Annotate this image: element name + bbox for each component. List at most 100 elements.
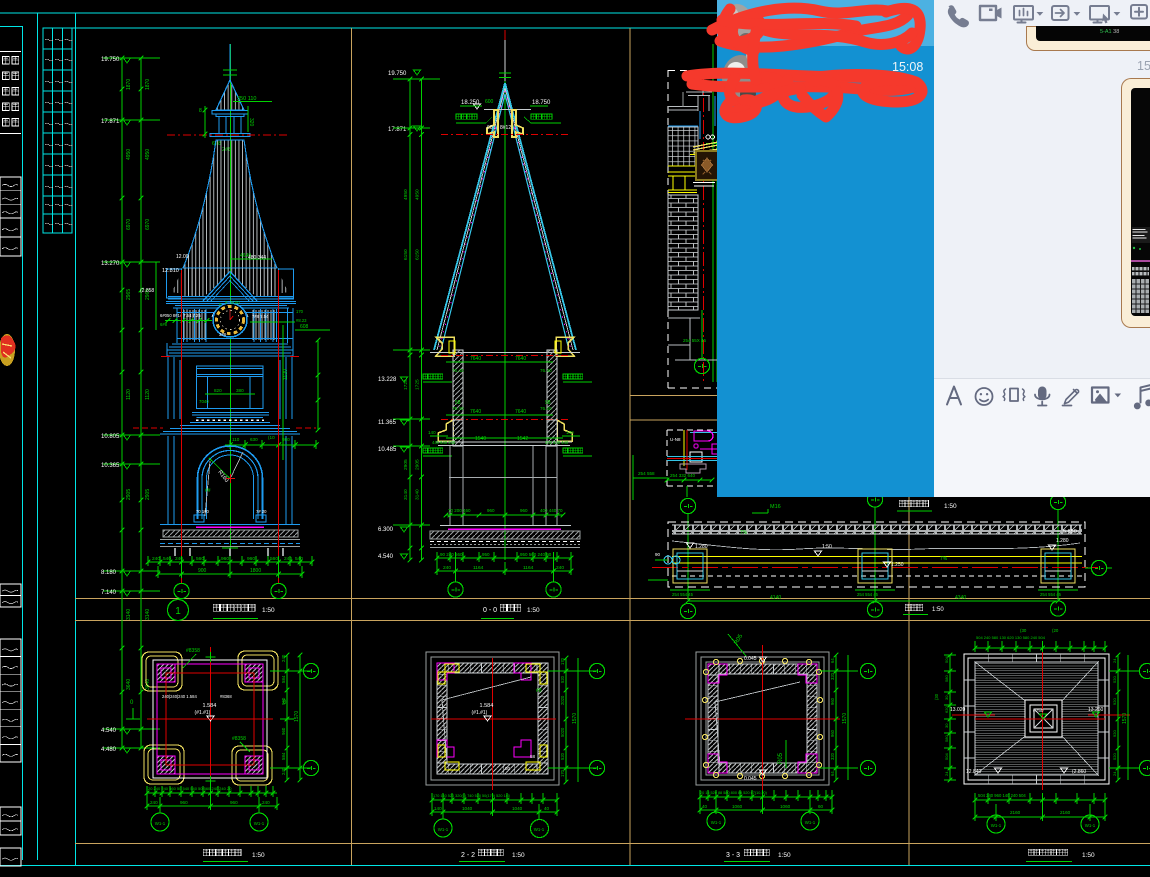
svg-text:12.840: 12.840 <box>966 769 982 775</box>
svg-text:540: 540 <box>295 556 303 562</box>
svg-text:(20: (20 <box>1052 628 1059 633</box>
svg-text:1870: 1870 <box>145 79 151 90</box>
svg-text:960: 960 <box>830 697 835 705</box>
svg-text:6#050 8#14 7.54 7.25: 6#050 8#14 7.54 7.25 <box>160 313 201 318</box>
svg-text:W1-1: W1-1 <box>438 827 449 832</box>
svg-text:620: 620 <box>944 706 949 713</box>
svg-text:13.270: 13.270 <box>101 261 120 267</box>
svg-text:170: 170 <box>560 657 565 665</box>
svg-text:1120: 1120 <box>126 389 132 400</box>
svg-text:1164: 1164 <box>523 565 534 571</box>
svg-text:(.750: (.750 <box>1033 708 1044 713</box>
svg-text:350 110: 350 110 <box>237 96 256 102</box>
svg-text:58: 58 <box>455 400 461 406</box>
svg-text:540: 540 <box>163 556 171 562</box>
svg-text:2160: 2160 <box>1060 810 1071 815</box>
svg-text:4.540: 4.540 <box>101 728 117 734</box>
svg-text:19.750: 19.750 <box>388 71 407 77</box>
svg-text:1:50: 1:50 <box>527 607 540 614</box>
svg-text:W1-1: W1-1 <box>1085 823 1096 828</box>
svg-text:1.584: 1.584 <box>203 703 217 709</box>
svg-text:40: 40 <box>544 806 550 811</box>
svg-text:19.750: 19.750 <box>101 57 120 63</box>
svg-text:12.810: 12.810 <box>162 268 179 274</box>
svg-text:W1-1: W1-1 <box>155 821 166 826</box>
svg-text:520: 520 <box>1112 753 1117 760</box>
svg-text:320: 320 <box>248 118 254 127</box>
svg-text:1:50: 1:50 <box>822 544 832 550</box>
svg-text:7640: 7640 <box>515 409 526 415</box>
svg-text:520: 520 <box>1112 676 1117 683</box>
svg-text:3140: 3140 <box>126 609 132 620</box>
svg-text:18.250: 18.250 <box>461 100 480 106</box>
svg-text:240: 240 <box>284 556 292 562</box>
svg-text:560: 560 <box>270 556 278 562</box>
svg-text:520: 520 <box>560 752 565 760</box>
svg-text:2905: 2905 <box>415 459 421 470</box>
svg-text:7640: 7640 <box>515 356 526 362</box>
svg-text:24: 24 <box>944 771 949 776</box>
svg-text:W1-1: W1-1 <box>991 823 1002 828</box>
svg-text:240: 240 <box>281 654 286 662</box>
svg-text:#8: #8 <box>536 688 542 694</box>
svg-text:240: 240 <box>150 800 158 805</box>
svg-text:1: 1 <box>175 606 181 617</box>
svg-text:1040: 1040 <box>512 806 523 811</box>
svg-text:(#1.#1): (#1.#1) <box>195 710 211 716</box>
svg-text:240: 240 <box>175 556 183 562</box>
svg-text:2905: 2905 <box>403 459 409 470</box>
svg-text:7.140: 7.140 <box>101 590 117 596</box>
svg-text:7# 20: 7# 20 <box>256 509 267 514</box>
svg-text:630: 630 <box>250 437 258 442</box>
svg-text:900: 900 <box>198 568 207 574</box>
svg-text:(#1.#1): (#1.#1) <box>472 710 488 716</box>
svg-text:170 140 520 320(1) 740 520 5: 170 140 520 320(1) 740 520 50(170) 520 1… <box>433 794 510 798</box>
svg-text:960: 960 <box>221 556 229 562</box>
svg-text:1570: 1570 <box>572 713 578 724</box>
svg-text:0:00: 0:00 <box>231 300 240 305</box>
svg-text:W1-1: W1-1 <box>254 821 265 826</box>
svg-text:240: 240 <box>443 565 451 571</box>
svg-text:40: 40 <box>702 804 708 809</box>
svg-text:400 440 70: 400 440 70 <box>540 508 563 513</box>
svg-text:(10: (10 <box>268 435 275 440</box>
svg-text:1:50: 1:50 <box>778 852 791 859</box>
svg-text:60: 60 <box>818 804 824 809</box>
svg-text:4.540: 4.540 <box>378 554 394 560</box>
svg-text:170: 170 <box>560 769 565 777</box>
svg-text:60: 60 <box>487 125 493 131</box>
svg-text:2905: 2905 <box>145 489 151 500</box>
svg-text:1:50: 1:50 <box>512 852 525 859</box>
svg-text:1570: 1570 <box>842 713 848 724</box>
svg-text:(30: (30 <box>934 693 939 700</box>
svg-text:5020: 5020 <box>560 727 565 737</box>
svg-text:17.871: 17.871 <box>101 119 120 125</box>
svg-text:960: 960 <box>487 508 495 513</box>
svg-text:960: 960 <box>230 800 238 805</box>
svg-text:#8358: #8358 <box>186 648 200 654</box>
svg-text:W1-1: W1-1 <box>534 827 545 832</box>
svg-text:1:50: 1:50 <box>944 503 957 510</box>
svg-text:240|240|240 1.584: 240|240|240 1.584 <box>162 694 197 699</box>
svg-text:2905: 2905 <box>126 489 132 500</box>
svg-text:3140: 3140 <box>403 489 409 500</box>
svg-text:(2.860: (2.860 <box>1072 769 1086 775</box>
svg-text:64: 64 <box>830 771 835 776</box>
svg-text:98: 98 <box>545 400 551 406</box>
svg-text:4340: 4340 <box>955 595 966 601</box>
svg-text:504 240 960 140 240: 504 240 960 140 240 504 <box>978 793 1026 798</box>
svg-text:1725: 1725 <box>415 379 421 390</box>
svg-text:13.020: 13.020 <box>950 707 966 713</box>
svg-text:7040: 7040 <box>199 399 209 404</box>
svg-text:320: 320 <box>830 672 835 680</box>
svg-text:140: 140 <box>428 430 436 435</box>
svg-text:7#8 7.54: 7#8 7.54 <box>252 314 269 319</box>
svg-text:W1-1: W1-1 <box>805 820 816 825</box>
svg-text:70 1#0: 70 1#0 <box>196 509 209 514</box>
svg-text:6150: 6150 <box>415 249 421 260</box>
svg-text:200 640 440: 200 640 440 <box>545 440 569 445</box>
svg-text:960: 960 <box>520 508 528 513</box>
svg-text:30: 30 <box>944 695 949 700</box>
svg-text:2020: 2020 <box>560 695 565 705</box>
svg-text:1.280: 1.280 <box>1056 538 1069 544</box>
